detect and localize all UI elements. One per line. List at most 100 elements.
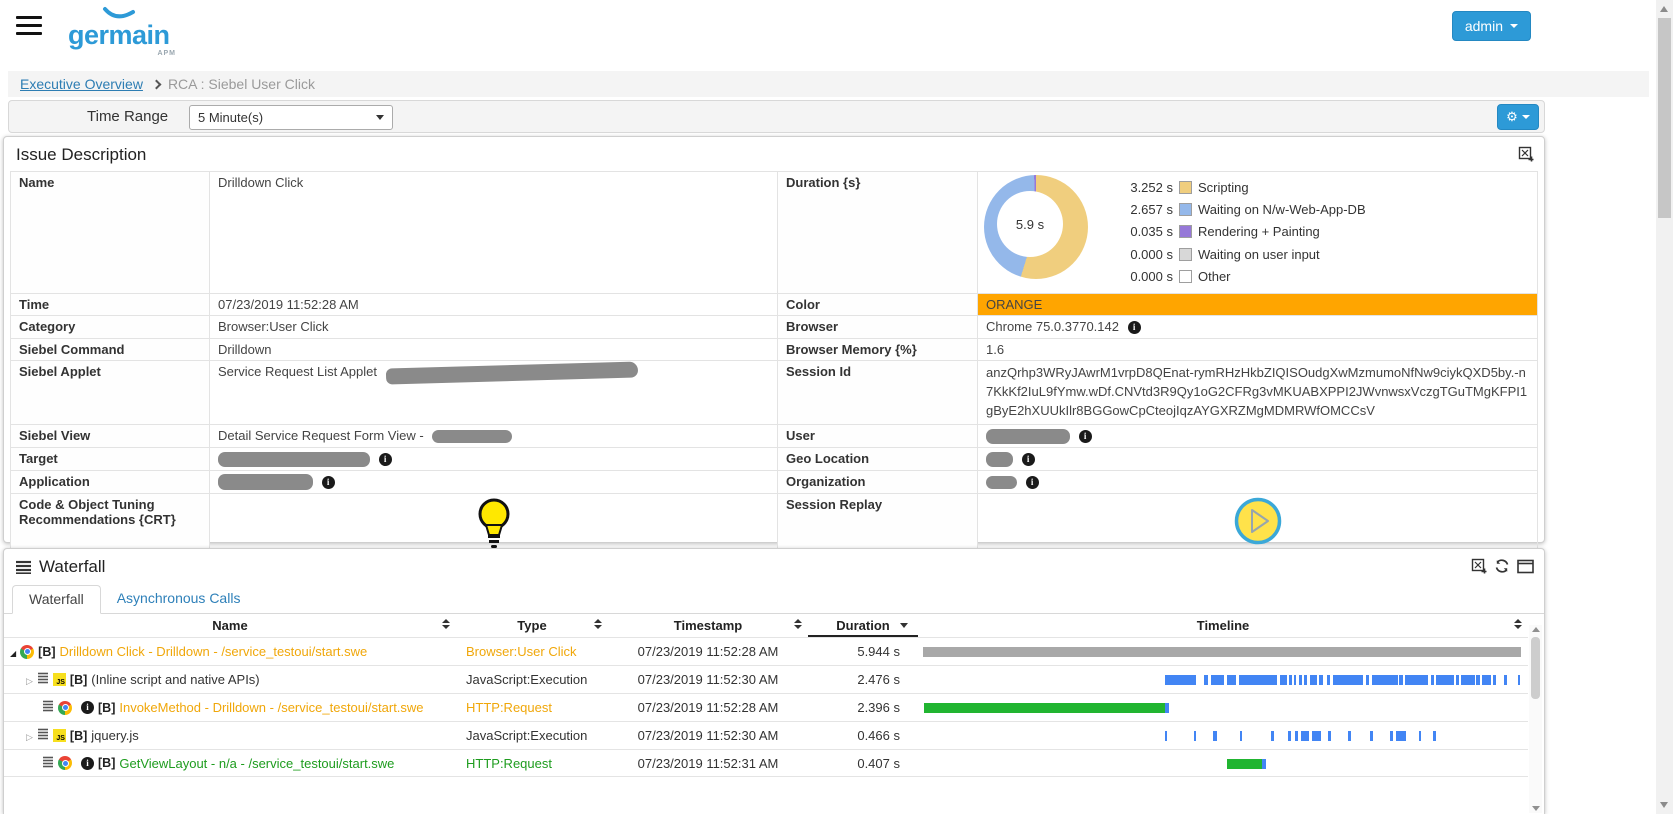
field-label-browser: Browser [778,316,978,339]
export-icon[interactable] [1471,558,1487,574]
user-menu-label: admin [1465,18,1503,34]
timeline-bar-segment [1239,675,1278,685]
maximize-icon[interactable] [1517,559,1534,574]
waterfall-type: HTTP:Request [456,694,608,721]
info-icon[interactable]: i [379,453,392,466]
waterfall-row-name[interactable]: InvokeMethod - Drilldown - /service_test… [119,700,423,715]
collapsed-caret-icon[interactable] [26,728,33,743]
breadcrumb-link[interactable]: Executive Overview [20,76,143,92]
field-label-organization: Organization [778,470,978,494]
timeline-bar-segment [1476,675,1480,685]
legend-value: 0.000 s [1118,269,1173,284]
waterfall-timeline [922,750,1524,776]
waterfall-row[interactable]: [B]jquery.js JavaScript:Execution 07/23/… [4,721,1528,749]
timeline-bar-segment [1333,675,1363,685]
timeline-bar-segment [1240,731,1242,741]
waterfall-type: Browser:User Click [456,638,608,665]
waterfall-row-name[interactable]: GetViewLayout - n/a - /service_testoui/s… [119,756,394,771]
field-label-siebel-applet: Siebel Applet [11,361,210,425]
field-label-crt: Code & Object Tuning Recommendations {CR… [11,494,210,556]
waterfall-row[interactable]: i[B]GetViewLayout - n/a - /service_testo… [4,749,1528,777]
column-header-type[interactable]: Type [456,614,608,637]
user-menu-button[interactable]: admin [1452,11,1531,41]
breadcrumb: Executive Overview RCA : Siebel User Cli… [8,71,1649,97]
timeline-bar-segment [1165,731,1167,741]
time-range-select[interactable]: 5 Minute(s) [189,105,393,130]
legend-value: 0.000 s [1118,247,1173,262]
collapsed-caret-icon[interactable] [26,672,33,687]
column-header-duration[interactable]: Duration [808,614,918,637]
waterfall-row[interactable]: [B](Inline script and native APIs) JavaS… [4,665,1528,693]
app-logo[interactable]: germain APM [68,8,178,54]
chrome-icon [58,701,72,715]
time-range-label: Time Range [87,108,168,125]
legend-swatch-icon [1179,248,1192,261]
time-range-toolbar: Time Range 5 Minute(s) ⚙ [8,100,1545,133]
waterfall-row-name[interactable]: (Inline script and native APIs) [91,672,259,687]
field-value-siebel-applet: Service Request List Applet [218,364,377,379]
browser-badge: [B] [70,729,87,743]
waterfall-name-cell: [B](Inline script and native APIs) [4,666,456,693]
scroll-down-icon[interactable] [1660,802,1668,808]
expanded-caret-icon[interactable] [10,644,16,659]
browser-badge: [B] [98,701,115,715]
waterfall-row-name[interactable]: jquery.js [91,728,138,743]
info-icon[interactable]: i [81,701,94,714]
info-icon[interactable]: i [1026,476,1039,489]
waterfall-tabs: Waterfall Asynchronous Calls [4,585,1544,614]
field-label-geo-location: Geo Location [778,447,978,470]
info-icon[interactable]: i [1022,453,1035,466]
gear-icon: ⚙ [1506,109,1518,125]
settings-button[interactable]: ⚙ [1497,104,1539,130]
scroll-up-icon[interactable] [1532,627,1540,632]
waterfall-timeline [922,666,1524,693]
timeline-bar-segment [1294,675,1296,685]
waterfall-duration: 0.407 s [808,750,918,776]
timeline-bar-segment [1366,675,1369,685]
column-header-name[interactable]: Name [4,614,456,637]
info-icon[interactable]: i [322,476,335,489]
hamburger-icon[interactable] [16,16,42,36]
timeline-bar-segment [1301,731,1309,741]
waterfall-duration: 2.396 s [808,694,918,721]
timeline-bar-segment [1396,731,1406,741]
waterfall-row-name[interactable]: Drilldown Click - Drilldown - /service_t… [60,644,368,659]
waterfall-scrollbar[interactable] [1529,625,1542,813]
waterfall-row[interactable]: i [B] InvokeMethod - Drilldown - /service_… [4,693,1528,721]
breadcrumb-current: RCA : Siebel User Click [168,76,315,92]
timeline-bar-segment [1288,731,1291,741]
scroll-up-icon[interactable] [1660,6,1668,12]
timeline-bar-segment [1262,759,1266,769]
column-header-timeline[interactable]: Timeline [918,614,1528,637]
scrollbar-thumb[interactable] [1531,637,1540,699]
legend-swatch-icon [1179,225,1192,238]
scroll-down-icon[interactable] [1532,806,1540,811]
lightbulb-icon[interactable] [476,497,512,549]
column-header-timestamp[interactable]: Timestamp [608,614,808,637]
redacted-blob [986,429,1070,444]
timeline-bar-segment [1280,675,1287,685]
field-label-browser-memory: Browser Memory {%} [778,339,978,361]
tab-asynchronous-calls[interactable]: Asynchronous Calls [101,585,257,613]
waterfall-name-cell: [B]Drilldown Click - Drilldown - /servic… [4,638,456,665]
play-icon[interactable] [1234,497,1282,545]
info-icon[interactable]: i [1128,321,1141,334]
tab-waterfall[interactable]: Waterfall [12,585,101,614]
tree-node-icon [37,728,49,743]
timeline-bar-segment [1370,731,1372,741]
refresh-icon[interactable] [1494,558,1510,574]
info-icon[interactable]: i [1079,430,1092,443]
export-icon[interactable] [1518,146,1534,162]
waterfall-row[interactable]: [B]Drilldown Click - Drilldown - /servic… [4,637,1528,665]
legend-label: Rendering + Painting [1198,224,1320,239]
settings-caret-icon [1522,115,1530,119]
timeline-bar-segment [1227,675,1235,685]
timeline-bar-segment [1213,731,1217,741]
select-caret-icon [376,115,384,120]
page-scrollbar[interactable] [1656,0,1673,814]
waterfall-type: HTTP:Request [456,750,608,776]
timeline-bar-segment [1165,703,1169,713]
info-icon[interactable]: i [81,757,94,770]
scrollbar-thumb[interactable] [1658,18,1671,218]
timeline-bar-segment [1456,675,1459,685]
